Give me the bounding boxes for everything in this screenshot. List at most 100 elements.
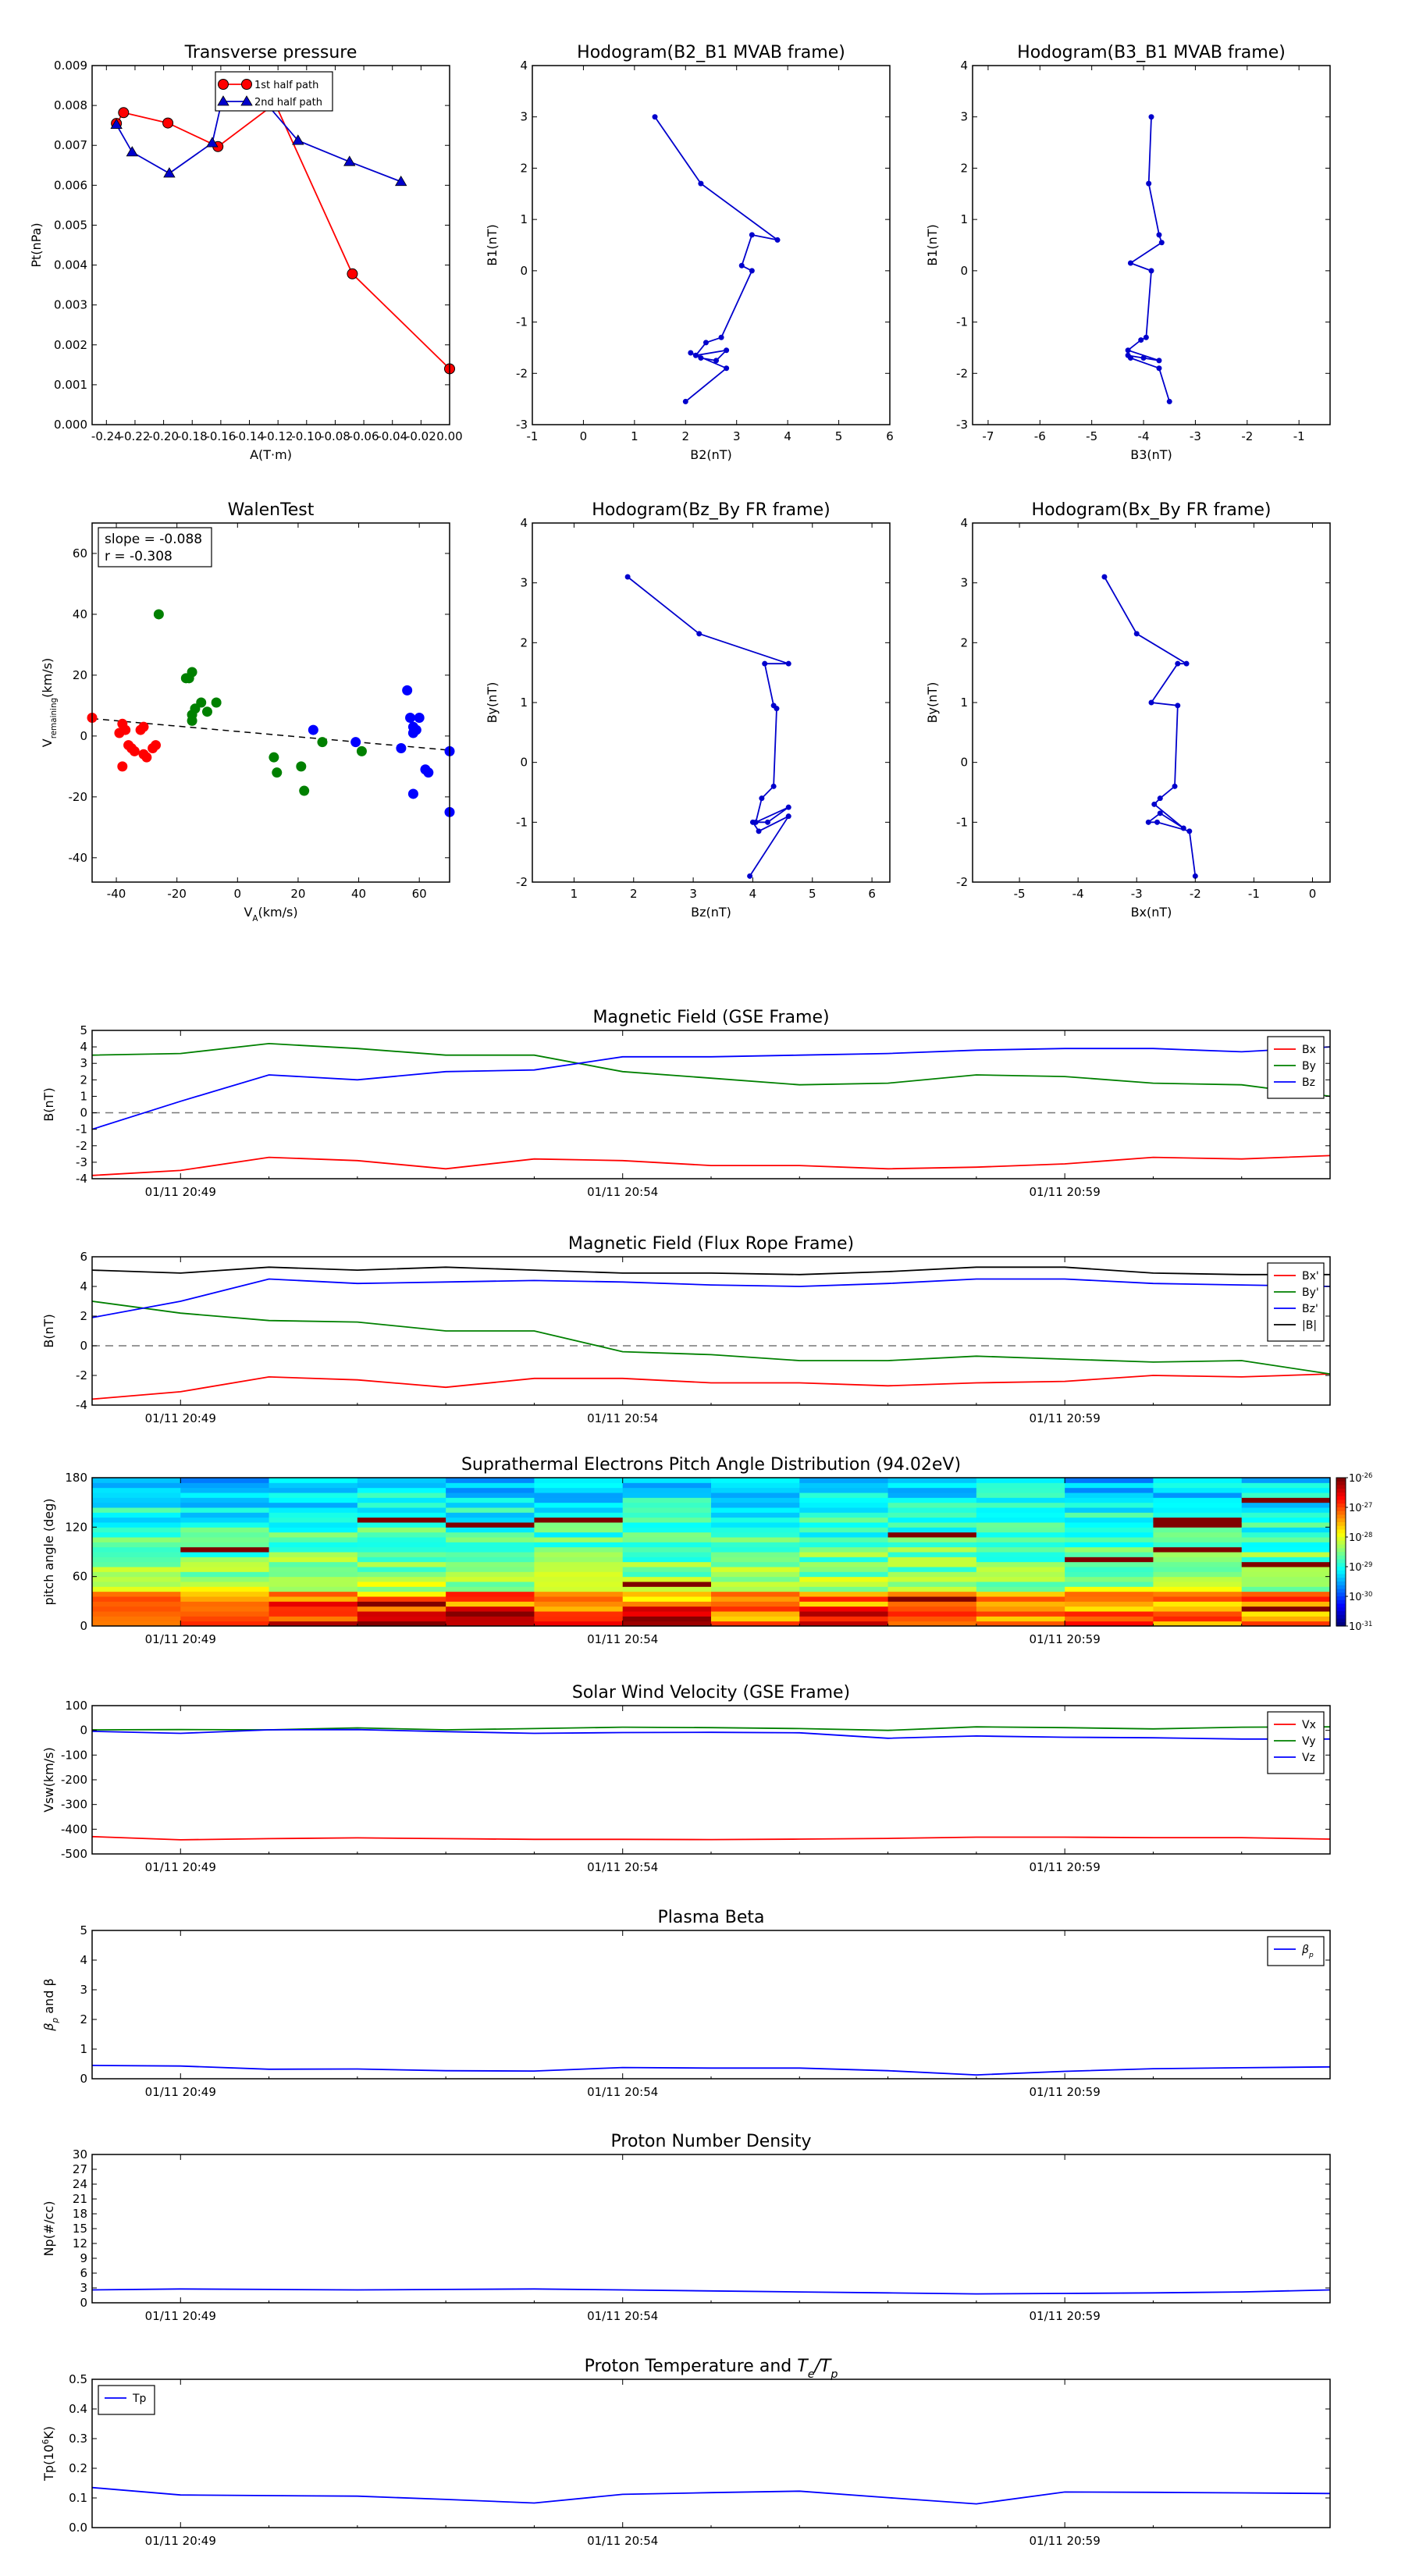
colorbar-label: 10-27 [1349, 1501, 1372, 1514]
x-tick-label: 01/11 20:49 [145, 1860, 216, 1874]
heatmap-cell [269, 1512, 358, 1518]
heatmap-cell [799, 1582, 889, 1587]
chart-title: Hodogram(B3_B1 MVAB frame) [1017, 43, 1286, 62]
data-point [785, 804, 791, 810]
data-point [1157, 810, 1163, 817]
x-tick-label: -0.02 [406, 429, 436, 443]
y-tick-label: 3 [960, 110, 968, 124]
data-point [187, 667, 197, 678]
heatmap-cell [269, 1493, 358, 1498]
colorbar-step [1336, 1493, 1346, 1497]
heatmap-cell [799, 1606, 889, 1612]
heatmap-cell [887, 1616, 977, 1622]
heatmap-cell [446, 1542, 535, 1548]
y-tick-label: 1 [960, 212, 968, 226]
data-point [762, 660, 768, 667]
y-tick-label: 4 [520, 59, 528, 73]
colorbar-step [1336, 1540, 1346, 1546]
chart-3: WalenTest -40 -20 0 20 40 60 -40 -20 0 20 40 60 VA(km… [40, 500, 455, 923]
heatmap-cell [269, 1576, 358, 1582]
data-point [272, 767, 283, 778]
x-tick-label: -0.16 [205, 429, 236, 443]
data-point [241, 79, 252, 90]
data-point [411, 724, 422, 735]
series-line [91, 2486, 1331, 2505]
x-axis-label: Bx(nT) [1131, 905, 1172, 920]
heatmap-cell [92, 1582, 181, 1587]
heatmap-cell [976, 1493, 1065, 1498]
heatmap-cell [1065, 1596, 1154, 1602]
x-tick-label: -0.08 [320, 429, 350, 443]
heatmap-cell [1241, 1527, 1331, 1533]
x-tick-label: 01/11 20:49 [145, 1411, 216, 1425]
data-point [356, 745, 367, 756]
data-point [738, 262, 745, 269]
heatmap-cell [711, 1512, 800, 1518]
heatmap-cell [622, 1601, 712, 1607]
heatmap-cell [976, 1507, 1065, 1513]
data-point [696, 631, 702, 637]
heatmap-cell [1241, 1606, 1331, 1612]
heatmap-cell [534, 1478, 624, 1483]
heatmap-cell [1153, 1591, 1243, 1597]
y-tick-label: 0.009 [54, 59, 87, 73]
chart-7: Magnetic Field (Flux Rope Frame) -4 -2 0 2 4 6… [41, 1234, 1331, 1425]
heatmap-cell [887, 1522, 977, 1528]
series-line [1126, 116, 1171, 402]
heatmap-cell [1241, 1561, 1331, 1567]
heatmap-cell [799, 1546, 889, 1553]
heatmap-cell [534, 1493, 624, 1498]
series-group [1101, 574, 1198, 879]
y-tick-label: -1 [76, 1123, 87, 1137]
heatmap-cell [446, 1497, 535, 1503]
x-tick-label: 5 [835, 429, 843, 443]
heatmap-cell [799, 1478, 889, 1483]
x-tick-label: -2 [1190, 887, 1201, 901]
x-tick-label: 01/11 20:59 [1030, 2309, 1101, 2323]
heatmap-cell [976, 1596, 1065, 1602]
heatmap-cell [622, 1487, 712, 1493]
heatmap-cell [446, 1487, 535, 1493]
heatmap-cell [180, 1487, 270, 1493]
heatmap-cell [976, 1546, 1065, 1553]
y-tick-label: -2 [956, 875, 968, 889]
chart-5: Hodogram(Bx_By FR frame) -5 -4 -3 -2 -1 0 -2 -1 0… [925, 500, 1331, 920]
y-tick-label: 6 [80, 1250, 87, 1264]
heatmap-cell [446, 1557, 535, 1563]
data-point [756, 828, 762, 834]
heatmap-cell [799, 1552, 889, 1557]
x-tick-label: -4 [1138, 429, 1150, 443]
heatmap-cell [534, 1502, 624, 1508]
heatmap-cell [887, 1487, 977, 1493]
heatmap-cell [1065, 1552, 1154, 1557]
y-tick-label: 12 [73, 2236, 87, 2250]
data-point [1140, 355, 1147, 361]
legend-label: Bx [1302, 1044, 1316, 1056]
x-tick-label: 1 [571, 887, 578, 901]
heatmap-cell [976, 1512, 1065, 1518]
heatmap-cell [622, 1561, 712, 1567]
x-axis-label: B2(nT) [690, 447, 732, 462]
heatmap-cell [976, 1557, 1065, 1563]
heatmap-cell [887, 1542, 977, 1548]
heatmap-cell [622, 1616, 712, 1622]
y-tick-label: -1 [956, 815, 968, 829]
colorbar-step [1336, 1563, 1346, 1567]
y-tick-label: 40 [73, 607, 87, 621]
heatmap-cell [976, 1478, 1065, 1483]
x-tick-label: -0.20 [148, 429, 179, 443]
colorbar-step [1336, 1555, 1346, 1560]
heatmap-cell [92, 1611, 181, 1617]
y-tick-label: 0.4 [69, 2402, 87, 2416]
heatmap-cell [534, 1567, 624, 1572]
heatmap-cell [269, 1561, 358, 1567]
x-tick-label: 01/11 20:59 [1030, 2534, 1101, 2548]
heatmap-cell [799, 1561, 889, 1567]
data-point [350, 737, 361, 748]
data-point [1154, 819, 1161, 825]
heatmap-cell [1153, 1522, 1243, 1528]
y-tick-label: 1 [960, 696, 968, 710]
annotation-text: slope = -0.088 [105, 532, 202, 547]
colorbar-step [1336, 1533, 1346, 1538]
heatmap-cell [534, 1537, 624, 1542]
